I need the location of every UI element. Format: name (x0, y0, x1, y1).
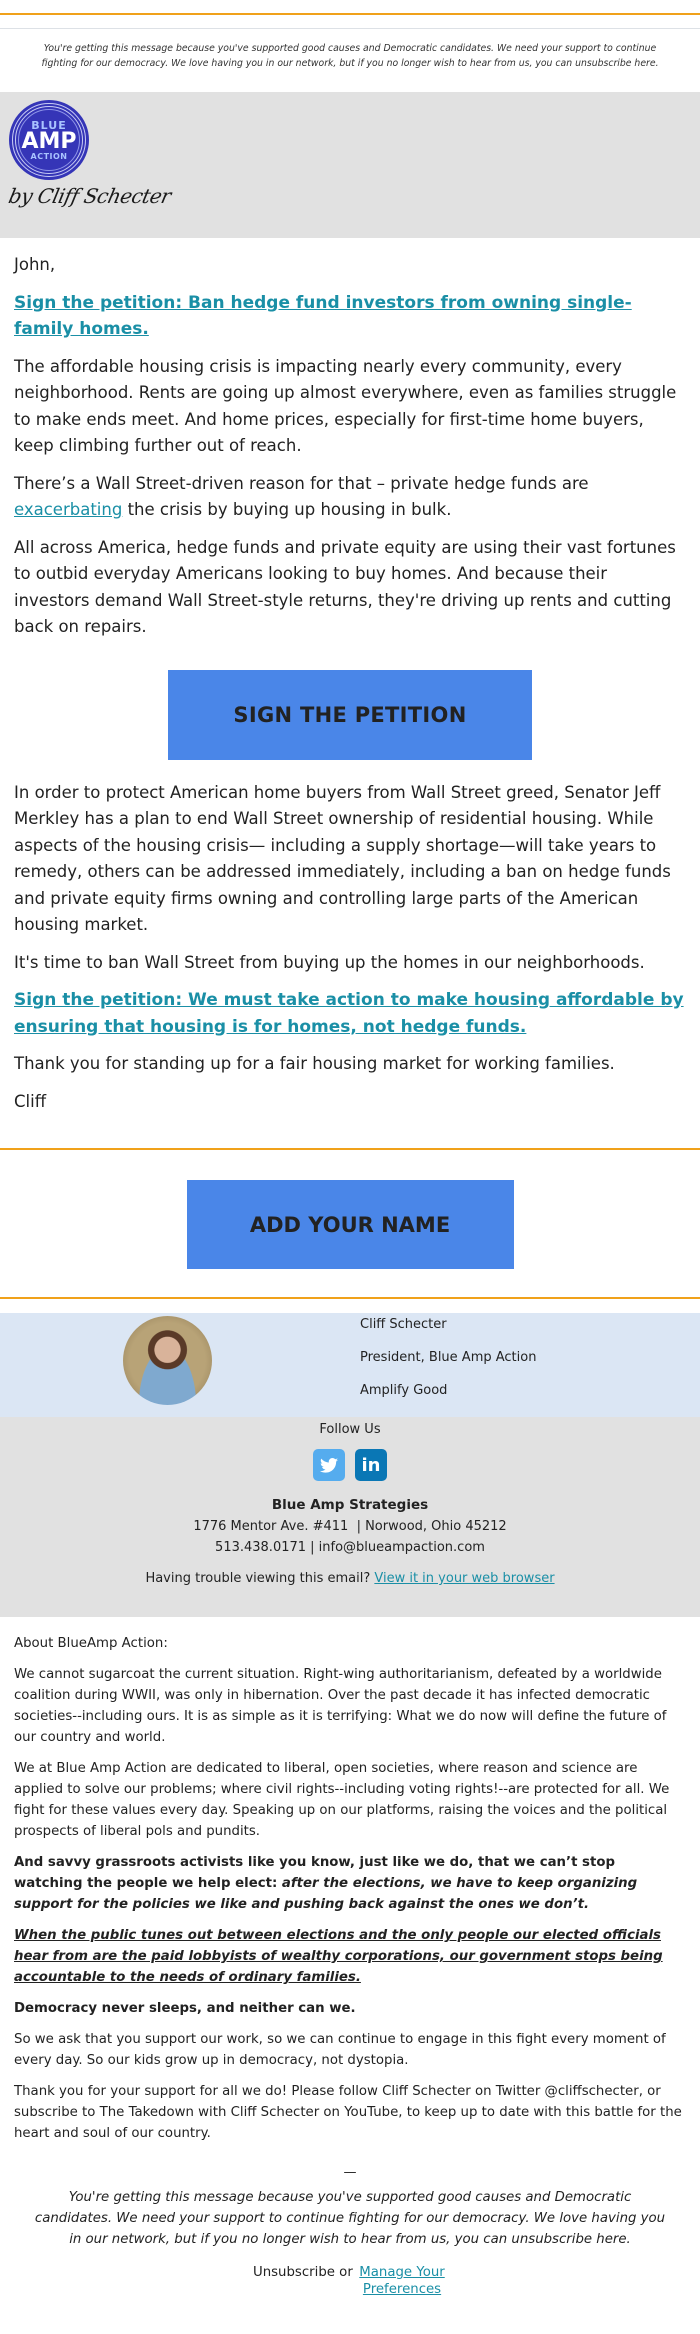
email-page: You're getting this message because you'… (0, 0, 700, 2298)
greeting: John, (14, 255, 56, 274)
about-paragraph-5: Democracy never sleeps, and neither can … (14, 2001, 356, 2016)
view-in-browser-link[interactable]: View it in your web browser (374, 1571, 554, 1586)
paragraph-2-text-end: the crisis by buying up housing in bulk. (122, 500, 452, 519)
twitter-bird-glyph (320, 1457, 338, 1473)
unsubscribe-or: or (334, 2265, 358, 2280)
about-paragraph-2: We at Blue Amp Action are dedicated to l… (14, 1761, 670, 1839)
org-address: 1776 Mentor Ave. #411 | Norwood, Ohio 45… (193, 1519, 507, 1534)
second-petition-link[interactable]: Sign the petition: We must take action t… (14, 990, 684, 1037)
paragraph-4: In order to protect American home buyers… (14, 782, 671, 935)
follow-us-label: Follow Us (319, 1422, 381, 1437)
email-body: John, Sign the petition: Ban hedge fund … (0, 238, 700, 1115)
add-your-name-button[interactable]: ADD YOUR NAME (186, 1180, 514, 1269)
manage-preferences-link[interactable]: Manage Your Preferences (357, 2264, 447, 2298)
top-orange-divider (0, 0, 700, 15)
about-paragraph-1: We cannot sugarcoat the current situatio… (14, 1667, 667, 1745)
orange-divider (0, 1297, 700, 1299)
headline-paragraph: Sign the petition: Ban hedge fund invest… (14, 290, 686, 343)
signature-lines: Cliff Schecter President, Blue Amp Actio… (360, 1313, 536, 1412)
cta-container: SIGN THE PETITION (14, 652, 686, 780)
footer-contact: Follow Us in Blue Amp Strategies 1776 Me… (0, 1417, 700, 1617)
signature-name: Cliff Schecter (360, 1317, 447, 1332)
paragraph-3: All across America, hedge funds and priv… (14, 537, 676, 637)
signature-tagline: Amplify Good (360, 1383, 448, 1398)
about-section: About BlueAmp Action: We cannot sugarcoa… (0, 1617, 700, 2298)
signature-title: President, Blue Amp Action (360, 1350, 537, 1365)
twitter-icon[interactable] (313, 1449, 345, 1481)
social-links: in (0, 1449, 700, 1481)
paragraph-5: It's time to ban Wall Street from buying… (14, 952, 645, 972)
exacerbating-link[interactable]: exacerbating (14, 500, 122, 519)
signature-block: Cliff Schecter President, Blue Amp Actio… (0, 1313, 700, 1417)
second-link-paragraph: Sign the petition: We must take action t… (14, 987, 686, 1040)
about-paragraph-4: When the public tunes out between electi… (14, 1928, 663, 1985)
about-paragraph-6: So we ask that you support our work, so … (14, 2032, 666, 2068)
unsubscribe-link[interactable]: Unsubscribe (253, 2265, 335, 2280)
paragraph-2-text: There’s a Wall Street-driven reason for … (14, 473, 589, 493)
trouble-text: Having trouble viewing this email? (145, 1571, 375, 1586)
separator-dash: — (343, 2165, 357, 2180)
headline-petition-link[interactable]: Sign the petition: Ban hedge fund invest… (14, 293, 632, 340)
org-contact: 513.438.0171 | info@blueampaction.com (215, 1540, 485, 1555)
logo-text-amp: AMP (21, 128, 77, 154)
paragraph-2: There’s a Wall Street-driven reason for … (14, 471, 686, 524)
paragraph-6: Thank you for standing up for a fair hou… (14, 1054, 615, 1073)
bottom-note: You're getting this message because you'… (34, 2190, 666, 2247)
preheader-text: You're getting this message because you'… (41, 43, 659, 69)
unsubscribe-line: Unsubscribe or Manage Your Preferences (14, 2264, 686, 2298)
about-heading: About BlueAmp Action: (14, 1636, 168, 1651)
about-paragraph-7: Thank you for your support for all we do… (14, 2084, 682, 2141)
signoff: Cliff (14, 1091, 47, 1111)
paragraph-1: The affordable housing crisis is impacti… (14, 356, 677, 456)
view-in-browser-line: Having trouble viewing this email? View … (0, 1569, 700, 1589)
about-paragraph-3: And savvy grassroots activists like you … (14, 1852, 686, 1915)
logo-signature: by Cliff Schecter (6, 184, 174, 208)
top-gray-divider (0, 15, 700, 29)
blue-amp-action-logo[interactable]: BLUE AMP ACTION (9, 100, 89, 180)
cta2-container: ADD YOUR NAME (0, 1150, 700, 1297)
sign-the-petition-button[interactable]: SIGN THE PETITION (168, 669, 532, 760)
linkedin-icon[interactable]: in (355, 1449, 387, 1481)
org-name: Blue Amp Strategies (271, 1497, 429, 1513)
linkedin-glyph: in (361, 1454, 381, 1476)
logo-header: BLUE AMP ACTION by Cliff Schecter (0, 92, 700, 238)
logo-text-action: ACTION (30, 151, 68, 161)
avatar (123, 1316, 212, 1405)
